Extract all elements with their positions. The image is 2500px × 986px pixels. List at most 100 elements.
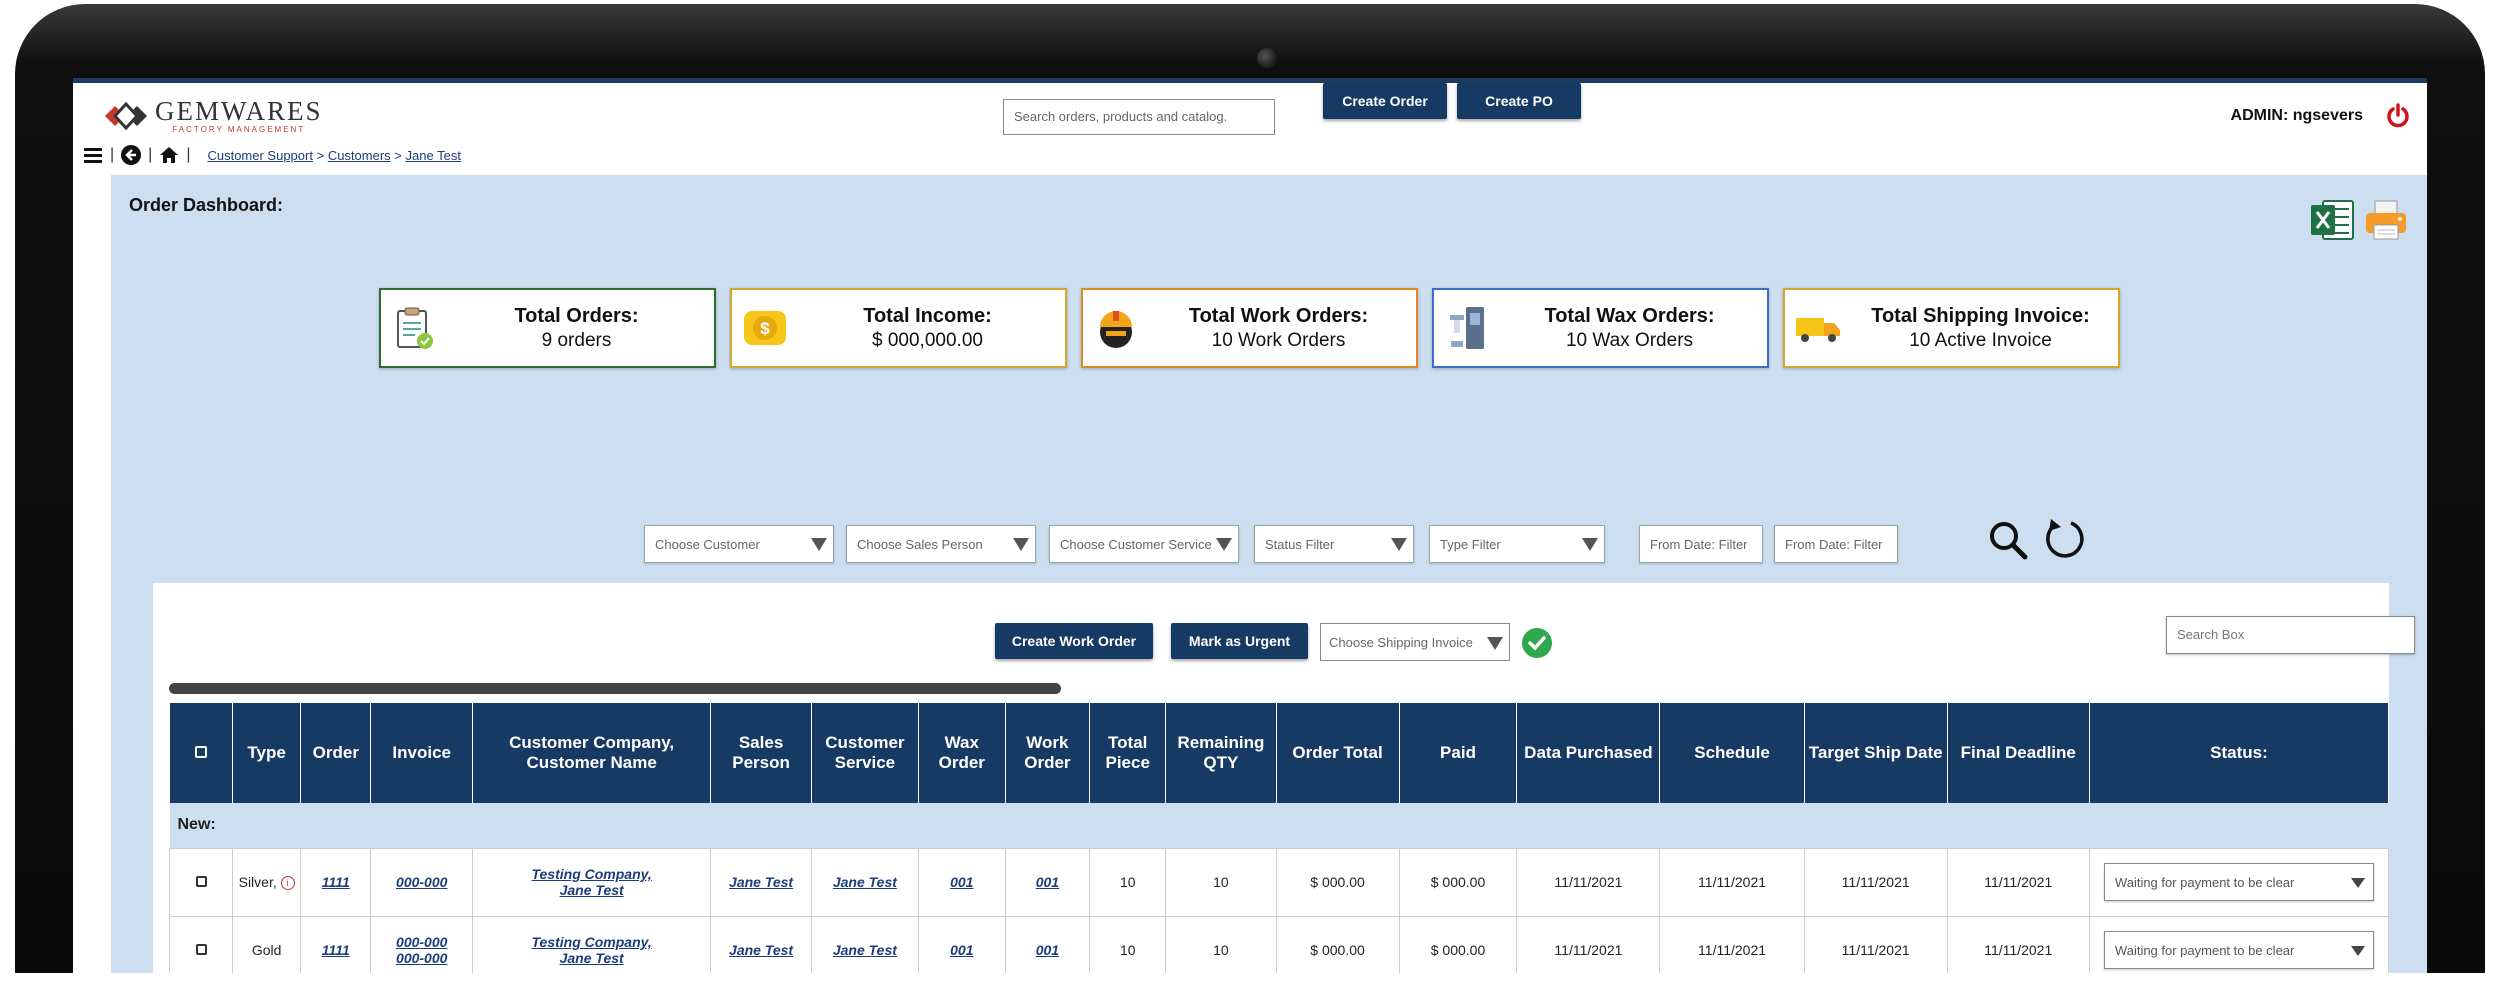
page-bottom-edge: [0, 973, 2500, 986]
type-filter-select[interactable]: Type Filter: [1429, 525, 1605, 563]
horizontal-scrollbar[interactable]: [169, 683, 1061, 694]
col-header[interactable]: Paid: [1399, 703, 1518, 803]
date-purchased-cell: 11/11/2021: [1516, 847, 1661, 917]
col-header[interactable]: Final Deadline: [1947, 703, 2090, 803]
remaining-qty-cell: 10: [1165, 915, 1277, 973]
status-value: Waiting for payment to be clear: [2114, 943, 2295, 958]
info-icon[interactable]: i: [280, 876, 295, 891]
status-cell: Waiting for payment to be clear: [2088, 847, 2390, 917]
col-header[interactable]: Schedule: [1659, 703, 1805, 803]
search-icon[interactable]: [1987, 519, 2029, 561]
breadcrumb-customer-support[interactable]: Customer Support: [207, 148, 313, 163]
global-search-input[interactable]: Search orders, products and catalog.: [1003, 99, 1275, 135]
col-header[interactable]: Work Order: [1005, 703, 1091, 803]
hamburger-menu-icon[interactable]: [83, 145, 103, 165]
schedule-cell: 11/11/2021: [1659, 915, 1805, 973]
gemwares-logo[interactable]: GEMWARES FACTORY MANAGEMENT: [103, 98, 323, 134]
home-icon[interactable]: [159, 145, 179, 165]
col-header[interactable]: Invoice: [370, 703, 473, 803]
excel-export-icon[interactable]: [2309, 197, 2355, 243]
table-row: Silver, i 1111 000-000 Testing Company, J…: [168, 847, 2390, 917]
from-date-filter-input[interactable]: From Date: Filter: [1639, 525, 1763, 563]
status-filter-select[interactable]: Status Filter: [1254, 525, 1414, 563]
breadcrumb-separator: >: [394, 147, 402, 163]
back-arrow-icon[interactable]: [121, 145, 142, 165]
table-search-input[interactable]: Search Box: [2166, 616, 2415, 654]
col-header[interactable]: Order: [300, 703, 372, 803]
sales-person-filter-select[interactable]: Choose Sales Person: [846, 525, 1036, 563]
col-header[interactable]: Data Purchased: [1516, 703, 1661, 803]
printer-icon[interactable]: [2363, 197, 2409, 243]
mark-urgent-button[interactable]: Mark as Urgent: [1171, 623, 1308, 659]
customer-service-filter-select[interactable]: Choose Customer Service: [1049, 525, 1239, 563]
col-header[interactable]: Customer Company, Customer Name: [472, 703, 712, 803]
card-title: Total Orders:: [514, 304, 639, 327]
work-order-link[interactable]: 001: [1036, 942, 1059, 958]
chevron-down-icon: [811, 538, 827, 551]
breadcrumb-jane-test[interactable]: Jane Test: [406, 148, 461, 163]
work-order-link[interactable]: 001: [1036, 874, 1059, 890]
chevron-down-icon: [1013, 538, 1029, 551]
row-checkbox[interactable]: [168, 847, 234, 917]
date-purchased-cell: 11/11/2021: [1516, 915, 1661, 973]
create-work-order-button[interactable]: Create Work Order: [995, 623, 1153, 659]
sales-person-link[interactable]: Jane Test: [729, 942, 793, 958]
logo-name: GEMWARES: [155, 96, 323, 126]
order-link[interactable]: 1111: [322, 942, 350, 958]
card-title: Total Wax Orders:: [1544, 304, 1715, 327]
customer-filter-select[interactable]: Choose Customer: [644, 525, 834, 563]
total-shipping-invoice-card[interactable]: Total Shipping Invoice: 10 Active Invoic…: [1783, 288, 2120, 368]
create-order-button[interactable]: Create Order: [1323, 83, 1447, 119]
col-header[interactable]: Sales Person: [710, 703, 812, 803]
card-value: 10 Active Invoice: [1909, 329, 2052, 351]
status-select[interactable]: Waiting for payment to be clear: [2103, 931, 2374, 969]
total-wax-orders-card[interactable]: Total Wax Orders: 10 Wax Orders: [1432, 288, 1769, 368]
col-header[interactable]: Customer Service: [811, 703, 919, 803]
shipping-invoice-select[interactable]: Choose Shipping Invoice: [1320, 623, 1510, 661]
col-header[interactable]: Wax Order: [918, 703, 1006, 803]
worker-icon: [1100, 311, 1132, 348]
target-ship-date-cell: 11/11/2021: [1803, 915, 1948, 973]
col-header[interactable]: Remaining QTY: [1165, 703, 1277, 803]
customer-link[interactable]: Testing Company, Jane Test: [531, 866, 651, 898]
total-income-card[interactable]: $ Total Income: $ 000,000.00: [730, 288, 1067, 368]
col-header[interactable]: Status:: [2089, 703, 2390, 803]
nav-row: | | | Customer Support > Customers > Jan…: [83, 145, 461, 165]
sales-person-link[interactable]: Jane Test: [729, 874, 793, 890]
col-header[interactable]: Total Piece: [1089, 703, 1167, 803]
checkbox-icon: [195, 876, 207, 887]
col-header[interactable]: Type: [232, 703, 302, 803]
orders-table: Type Order Invoice Customer Company, Cus…: [168, 703, 2390, 973]
col-header[interactable]: Order Total: [1276, 703, 1400, 803]
customer-service-link[interactable]: Jane Test: [833, 942, 897, 958]
refresh-icon[interactable]: [2041, 515, 2087, 561]
select-all-checkbox[interactable]: [169, 703, 234, 803]
breadcrumb-customers[interactable]: Customers: [328, 148, 391, 163]
type-cell: Gold: [232, 915, 302, 973]
confirm-check-icon[interactable]: [1521, 627, 1553, 659]
power-icon[interactable]: [2385, 103, 2411, 129]
customer-service-link[interactable]: Jane Test: [833, 874, 897, 890]
card-title: Total Shipping Invoice:: [1871, 304, 2090, 327]
wax-order-link[interactable]: 001: [950, 942, 973, 958]
card-value: 9 orders: [541, 329, 612, 351]
type-value: Silver,: [238, 873, 277, 890]
invoice-link[interactable]: 000-000: [396, 874, 447, 890]
status-select[interactable]: Waiting for payment to be clear: [2103, 863, 2374, 901]
svg-text:$: $: [760, 319, 770, 338]
total-work-orders-card[interactable]: Total Work Orders: 10 Work Orders: [1081, 288, 1418, 368]
filter-label: Status Filter: [1265, 536, 1335, 552]
filter-label: Type Filter: [1440, 536, 1501, 552]
wax-order-link[interactable]: 001: [950, 874, 973, 890]
order-link[interactable]: 1111: [322, 874, 350, 890]
invoice-link[interactable]: 000-000 000-000: [396, 934, 447, 966]
diamond-logo-icon: [105, 101, 147, 131]
col-header[interactable]: Target Ship Date: [1804, 703, 1948, 803]
total-orders-card[interactable]: Total Orders: 9 orders: [379, 288, 716, 368]
row-checkbox[interactable]: [168, 915, 234, 973]
filter-label: From Date: Filter: [1650, 536, 1748, 552]
customer-link[interactable]: Testing Company, Jane Test: [531, 934, 651, 966]
to-date-filter-input[interactable]: From Date: Filter: [1774, 525, 1898, 563]
company-name: Testing Company,: [531, 866, 652, 882]
create-po-button[interactable]: Create PO: [1457, 83, 1581, 119]
